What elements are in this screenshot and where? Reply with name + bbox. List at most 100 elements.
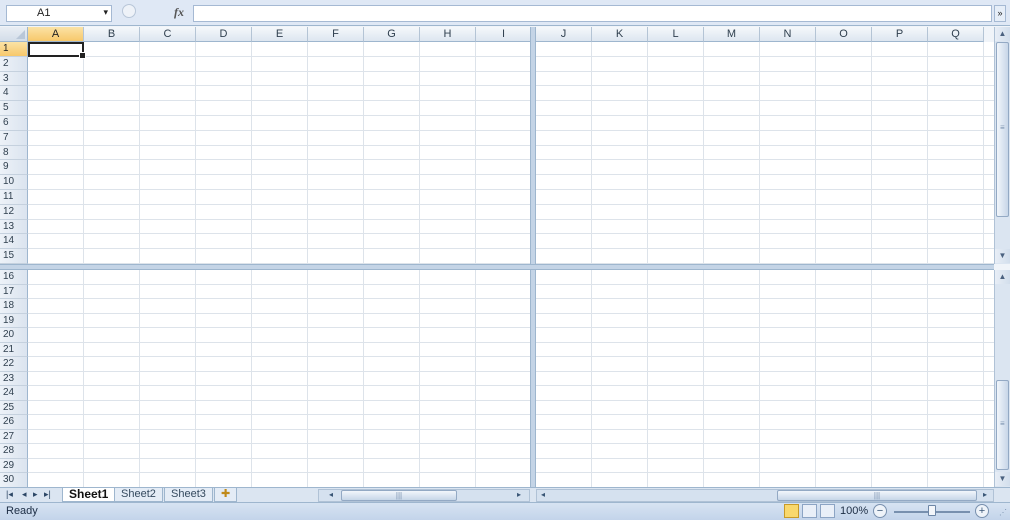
row-header-25[interactable]: 25 <box>0 400 28 415</box>
row-header-1[interactable]: 1 <box>0 42 28 57</box>
row-header-30[interactable]: 30 <box>0 473 28 488</box>
zoom-in-button[interactable]: + <box>975 504 989 518</box>
column-header-C[interactable]: C <box>140 27 196 42</box>
page-break-view-icon[interactable] <box>820 504 835 518</box>
column-header-B[interactable]: B <box>84 27 140 42</box>
grid-line <box>28 284 530 285</box>
grid-line <box>536 100 994 101</box>
row-header-29[interactable]: 29 <box>0 458 28 473</box>
row-header-16[interactable]: 16 <box>0 270 28 285</box>
column-header-E[interactable]: E <box>252 27 308 42</box>
scroll-thumb[interactable]: ||| <box>777 490 977 501</box>
scroll-left-icon[interactable]: ◂ <box>541 490 545 499</box>
row-header-8[interactable]: 8 <box>0 145 28 161</box>
sheet-tab-2[interactable]: Sheet2 <box>114 488 163 502</box>
row-header-24[interactable]: 24 <box>0 386 28 401</box>
row-header-5[interactable]: 5 <box>0 101 28 116</box>
chevron-down-icon[interactable]: ▾ <box>103 7 108 18</box>
grid-line <box>251 270 252 487</box>
row-header-10[interactable]: 10 <box>0 175 28 190</box>
last-sheet-icon[interactable]: ▸| <box>44 489 51 500</box>
pane-top-right[interactable] <box>536 42 994 264</box>
column-header-N[interactable]: N <box>760 27 816 42</box>
column-header-L[interactable]: L <box>648 27 704 42</box>
row-header-21[interactable]: 21 <box>0 342 28 357</box>
row-header-6[interactable]: 6 <box>0 116 28 131</box>
row-header-22[interactable]: 22 <box>0 357 28 372</box>
row-header-4[interactable]: 4 <box>0 86 28 102</box>
zoom-level[interactable]: 100% <box>840 505 868 517</box>
horizontal-scrollbar-right[interactable]: ◂ ||| ▸ <box>536 489 994 502</box>
cancel-icon[interactable] <box>122 4 136 18</box>
row-header-11[interactable]: 11 <box>0 190 28 205</box>
insert-worksheet-icon[interactable]: ✚ <box>214 488 238 502</box>
column-header-J[interactable]: J <box>536 27 592 42</box>
active-cell-selection[interactable] <box>28 42 86 59</box>
sheet-tab-3[interactable]: Sheet3 <box>164 488 213 502</box>
column-header-D[interactable]: D <box>196 27 252 42</box>
scroll-left-icon[interactable]: ◂ <box>329 490 333 499</box>
column-header-G[interactable]: G <box>364 27 420 42</box>
row-header-23[interactable]: 23 <box>0 371 28 386</box>
column-header-I[interactable]: I <box>476 27 532 42</box>
grid-line <box>28 248 530 249</box>
row-header-19[interactable]: 19 <box>0 313 28 328</box>
scroll-thumb[interactable]: ≡ <box>996 380 1009 470</box>
scroll-right-icon[interactable]: ▸ <box>517 490 521 499</box>
row-header-14[interactable]: 14 <box>0 234 28 250</box>
sheet-tab-1[interactable]: Sheet1 <box>62 488 116 502</box>
column-header-A[interactable]: A <box>28 27 84 42</box>
pane-top-left[interactable] <box>28 42 530 264</box>
zoom-out-button[interactable]: − <box>873 504 887 518</box>
prev-sheet-icon[interactable]: ◂ <box>22 489 27 500</box>
column-header-O[interactable]: O <box>816 27 872 42</box>
name-box[interactable]: A1 ▾ <box>6 5 112 22</box>
horizontal-split-bar[interactable] <box>0 264 994 270</box>
vertical-scrollbar-top[interactable]: ▲ ≡ ▼ <box>994 27 1010 264</box>
next-sheet-icon[interactable]: ▸ <box>33 489 38 500</box>
vertical-split-bar[interactable] <box>530 27 536 487</box>
resize-grip-icon[interactable]: ⋰ <box>999 508 1007 517</box>
row-header-7[interactable]: 7 <box>0 130 28 146</box>
scroll-up-icon[interactable]: ▲ <box>995 27 1010 41</box>
grid-line <box>28 371 530 372</box>
formula-input[interactable] <box>193 5 992 22</box>
row-header-12[interactable]: 12 <box>0 204 28 220</box>
row-header-20[interactable]: 20 <box>0 328 28 343</box>
row-header-26[interactable]: 26 <box>0 415 28 430</box>
vertical-scrollbar-bottom[interactable]: ▲ ≡ ▼ <box>994 270 1010 487</box>
column-header-H[interactable]: H <box>420 27 476 42</box>
row-header-28[interactable]: 28 <box>0 444 28 459</box>
page-layout-view-icon[interactable] <box>802 504 817 518</box>
grid-line <box>536 85 994 86</box>
row-header-15[interactable]: 15 <box>0 249 28 264</box>
column-header-Q[interactable]: Q <box>928 27 984 42</box>
column-header-M[interactable]: M <box>704 27 760 42</box>
row-header-17[interactable]: 17 <box>0 284 28 299</box>
scroll-thumb[interactable]: ||| <box>341 490 457 501</box>
normal-view-icon[interactable] <box>784 504 799 518</box>
row-header-18[interactable]: 18 <box>0 299 28 314</box>
scroll-down-icon[interactable]: ▼ <box>995 472 1010 486</box>
row-header-27[interactable]: 27 <box>0 429 28 444</box>
pane-bottom-left[interactable] <box>28 270 530 487</box>
expand-formula-bar-button[interactable]: » <box>994 5 1006 22</box>
insert-function-icon[interactable]: fx <box>174 5 184 20</box>
column-header-P[interactable]: P <box>872 27 928 42</box>
pane-bottom-right[interactable] <box>536 270 994 487</box>
zoom-slider-knob[interactable] <box>928 505 936 516</box>
row-header-2[interactable]: 2 <box>0 56 28 72</box>
scroll-up-icon[interactable]: ▲ <box>995 270 1010 284</box>
horizontal-scrollbar-left[interactable]: ◂ ||| ▸ <box>318 489 530 502</box>
scroll-down-icon[interactable]: ▼ <box>995 249 1010 263</box>
column-header-K[interactable]: K <box>592 27 648 42</box>
column-header-F[interactable]: F <box>308 27 364 42</box>
first-sheet-icon[interactable]: |◂ <box>6 489 13 500</box>
scroll-thumb[interactable]: ≡ <box>996 42 1009 217</box>
row-header-3[interactable]: 3 <box>0 71 28 87</box>
row-header-9[interactable]: 9 <box>0 160 28 176</box>
row-header-13[interactable]: 13 <box>0 219 28 235</box>
grid-line <box>28 115 530 116</box>
select-all-corner[interactable] <box>0 27 28 42</box>
scroll-right-icon[interactable]: ▸ <box>983 490 987 499</box>
